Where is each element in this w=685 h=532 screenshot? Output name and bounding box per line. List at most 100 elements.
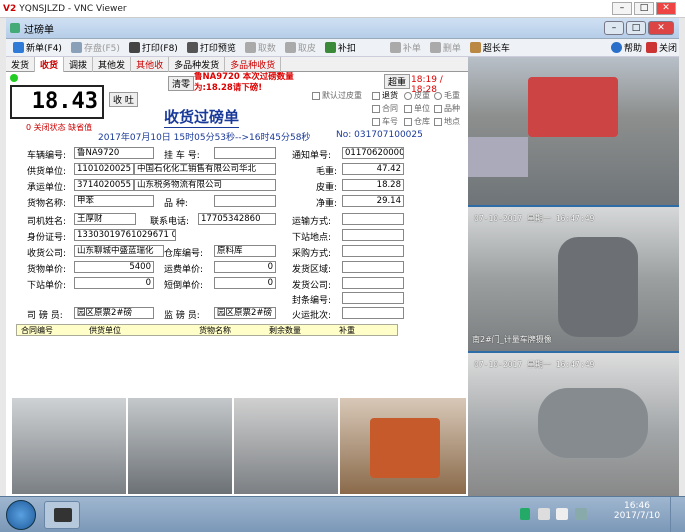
gross-radio[interactable]: 毛重 bbox=[434, 90, 460, 101]
goods-label: 货物名称: bbox=[27, 199, 67, 209]
window-maximize-button[interactable]: □ bbox=[626, 21, 646, 35]
maximize-button[interactable]: □ bbox=[634, 2, 654, 15]
tab-multi-ship[interactable]: 多品种发货 bbox=[169, 57, 226, 72]
ship-company-field[interactable] bbox=[342, 277, 404, 289]
tab-receive[interactable]: 收货 bbox=[35, 57, 65, 72]
fetch-tare-button[interactable]: 取皮 bbox=[283, 40, 318, 56]
default-tare-checkbox[interactable]: 默认过皮重 bbox=[312, 90, 362, 101]
new-bill-button[interactable]: 新单(F4) bbox=[11, 40, 64, 56]
trailer-field[interactable] bbox=[214, 147, 276, 159]
warehouse-field[interactable]: 原料库 bbox=[214, 245, 276, 257]
overweight-button[interactable]: 超重 bbox=[384, 74, 411, 89]
batch-field[interactable] bbox=[342, 307, 404, 319]
truck-icon bbox=[469, 42, 481, 53]
close-app-button[interactable]: 关闭 bbox=[644, 40, 679, 56]
freight-field[interactable]: 0 bbox=[214, 261, 276, 273]
carrier-code-field[interactable]: 3714020055 bbox=[74, 179, 134, 191]
start-button[interactable] bbox=[6, 500, 36, 530]
contract-table-header: 合同编号 供货单位 货物名称 剩余数量 补重 bbox=[16, 324, 398, 336]
weigher-label: 司 磅 员: bbox=[27, 311, 63, 321]
show-desktop-button[interactable] bbox=[670, 497, 685, 532]
return-goods-checkbox[interactable]: 退货 bbox=[372, 90, 398, 101]
vnc-title: YQNSJLZD - VNC Viewer bbox=[19, 3, 127, 14]
goods-field[interactable]: 甲苯 bbox=[74, 195, 154, 207]
unload-place-field[interactable] bbox=[342, 229, 404, 241]
parked-car-image bbox=[468, 137, 528, 177]
vnc-logo: V2 bbox=[3, 3, 17, 14]
unit-checkbox[interactable]: 单位 bbox=[404, 103, 430, 114]
speaker-icon[interactable] bbox=[556, 508, 568, 520]
deduct-button[interactable]: 补扣 bbox=[323, 40, 358, 56]
bill-number: No: 031707100025 bbox=[336, 130, 423, 140]
status-light-icon bbox=[10, 74, 18, 82]
receiver-label: 收货公司: bbox=[27, 249, 67, 259]
close-button[interactable]: ✕ bbox=[656, 2, 676, 15]
tab-multi-receive[interactable]: 多品种收货 bbox=[225, 57, 282, 72]
net-field[interactable]: 29.14 bbox=[342, 195, 404, 207]
variety-checkbox[interactable]: 品种 bbox=[434, 103, 460, 114]
camera-2-timestamp: 07-10-2017 星期一 16:47:49 bbox=[474, 214, 595, 223]
tare-radio[interactable]: 皮重 bbox=[404, 90, 430, 101]
print-button[interactable]: 打印(F8) bbox=[127, 40, 180, 56]
supplement-button[interactable]: 补单 bbox=[388, 40, 423, 56]
taskbar: 16:46 2017/7/10 bbox=[0, 496, 685, 532]
shield-icon[interactable] bbox=[520, 508, 530, 520]
contract-checkbox[interactable]: 合同 bbox=[372, 103, 398, 114]
fetch-data-button[interactable]: 取数 bbox=[243, 40, 278, 56]
tab-other-receive[interactable]: 其他收 bbox=[131, 57, 170, 72]
seal-field[interactable] bbox=[342, 292, 404, 304]
clock[interactable]: 16:46 2017/7/10 bbox=[612, 501, 662, 521]
remote-desktop: 过磅单 – □ ✕ 新单(F4) 存盘(F5) 打印(F8) 打印预览 取数 取… bbox=[6, 18, 679, 496]
supervisor-field[interactable]: 园区原票2#磅 bbox=[214, 307, 276, 319]
tare-label: 皮重: bbox=[316, 183, 338, 193]
deduct-icon bbox=[324, 42, 336, 53]
scale-status-button[interactable]: 收 吐 bbox=[109, 92, 138, 107]
supplier-code-field[interactable]: 1101020025 bbox=[74, 163, 134, 175]
camera-feed-4 bbox=[12, 398, 126, 494]
carrier-name-field[interactable]: 山东税务物流有限公司 bbox=[134, 179, 276, 191]
network-icon[interactable] bbox=[538, 508, 550, 520]
ship-region-field[interactable] bbox=[342, 261, 404, 273]
receiver-field[interactable]: 山东聊城中盛蓝瑞化 bbox=[74, 245, 164, 257]
delete-button[interactable]: 删单 bbox=[428, 40, 463, 56]
unload-price-field[interactable]: 0 bbox=[74, 277, 154, 289]
zero-button[interactable]: 清零 bbox=[168, 76, 195, 91]
warehouse-checkbox[interactable]: 仓库 bbox=[404, 116, 430, 127]
long-vehicle-button[interactable]: 超长车 bbox=[468, 40, 512, 56]
weigher-field[interactable]: 园区原票2#磅 bbox=[74, 307, 154, 319]
vehicle-field[interactable]: 鲁NA9720 bbox=[74, 147, 154, 159]
tray-icon[interactable] bbox=[575, 508, 587, 520]
place-checkbox[interactable]: 地点 bbox=[434, 116, 460, 127]
phone-field[interactable]: 17705342860 bbox=[198, 213, 276, 225]
tab-ship[interactable]: 发货 bbox=[6, 57, 36, 72]
tare-field[interactable]: 18.28 bbox=[342, 179, 404, 191]
camera-feed-5 bbox=[128, 398, 232, 494]
weigh-notice: 鲁NA9720 本次过磅数量为:18.28请下磅! bbox=[194, 72, 294, 93]
notice-no-field[interactable]: 01170620000 bbox=[342, 147, 404, 159]
short-price-field[interactable]: 0 bbox=[214, 277, 276, 289]
help-button[interactable]: 帮助 bbox=[609, 40, 644, 56]
id-field[interactable]: 13303019761029671 0 bbox=[74, 229, 176, 241]
car-no-checkbox[interactable]: 车号 bbox=[372, 116, 398, 127]
purchase-field[interactable] bbox=[342, 245, 404, 257]
window-close-button[interactable]: ✕ bbox=[648, 21, 674, 35]
window-minimize-button[interactable]: – bbox=[604, 21, 624, 35]
supplier-name-field[interactable]: 中国石化化工销售有限公司华北 bbox=[134, 163, 276, 175]
gross-field[interactable]: 47.42 bbox=[342, 163, 404, 175]
transport-field[interactable] bbox=[342, 213, 404, 225]
purchase-label: 采购方式: bbox=[292, 249, 332, 259]
price-field[interactable]: 5400 bbox=[74, 261, 154, 273]
short-price-label: 短倒单价: bbox=[164, 281, 204, 291]
tab-other-ship[interactable]: 其他发 bbox=[93, 57, 132, 72]
col-supplier: 供货单位 bbox=[89, 326, 121, 335]
save-button[interactable]: 存盘(F5) bbox=[69, 40, 122, 56]
phone-label: 联系电话: bbox=[150, 217, 190, 227]
print-preview-button[interactable]: 打印预览 bbox=[185, 40, 238, 56]
driver-field[interactable]: 王厚财 bbox=[74, 213, 136, 225]
print-icon bbox=[128, 42, 140, 53]
minimize-button[interactable]: – bbox=[612, 2, 632, 15]
taskbar-app-button[interactable] bbox=[44, 501, 80, 529]
seal-label: 封条编号: bbox=[292, 296, 332, 306]
tab-transfer[interactable]: 调拨 bbox=[64, 57, 94, 72]
variety-field[interactable] bbox=[214, 195, 276, 207]
